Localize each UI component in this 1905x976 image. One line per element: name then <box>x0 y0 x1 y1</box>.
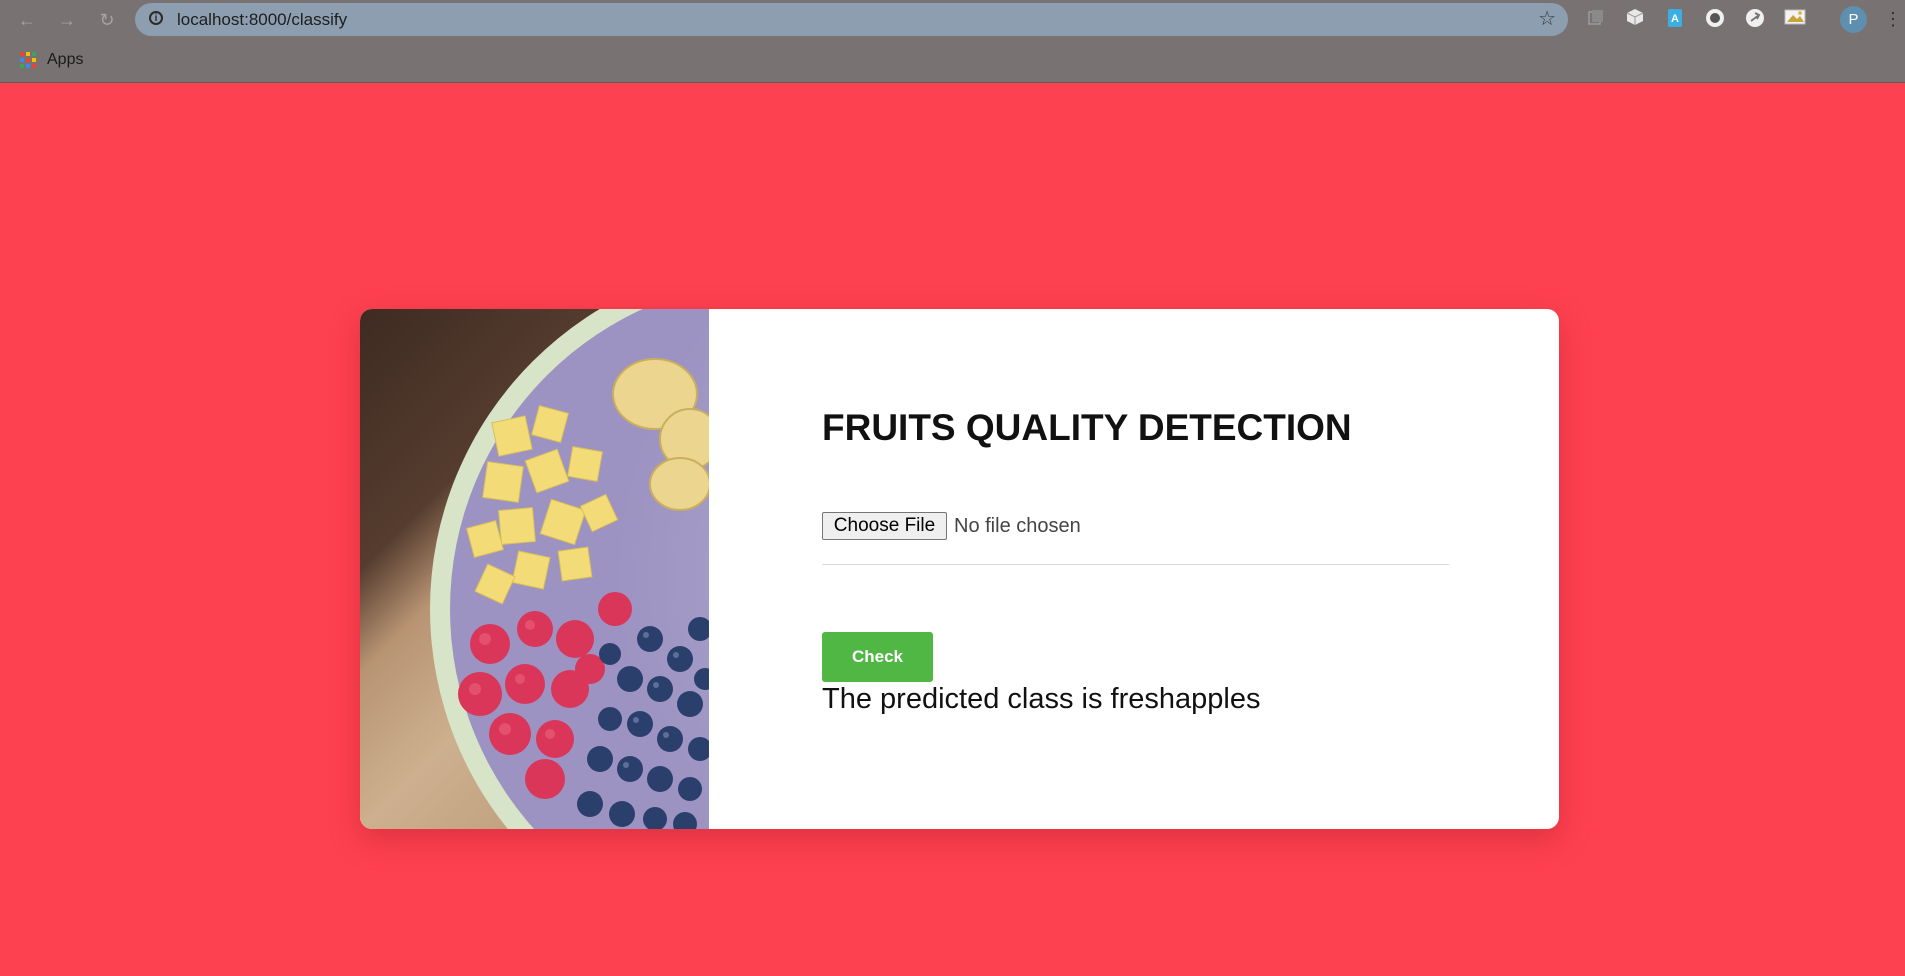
bookmarks-bar: Apps <box>0 40 1905 83</box>
page-title: FRUITS QUALITY DETECTION <box>822 407 1352 448</box>
apps-grid-icon[interactable] <box>20 52 36 68</box>
extension-icon-5[interactable] <box>1744 8 1766 30</box>
extension-icon-2[interactable] <box>1624 8 1646 30</box>
browser-menu-icon[interactable]: ⋮ <box>1884 7 1902 31</box>
file-status-text: No file chosen <box>954 515 1081 537</box>
bookmark-star-icon[interactable]: ☆ <box>1538 3 1556 36</box>
svg-text:A: A <box>1671 13 1679 25</box>
extension-icon-4[interactable] <box>1704 8 1726 30</box>
choose-file-button[interactable]: Choose File <box>822 512 947 540</box>
address-bar[interactable]: i localhost:8000/classify ☆ <box>135 3 1568 36</box>
url-text[interactable]: localhost:8000/classify <box>177 3 347 36</box>
prediction-result: The predicted class is freshapples <box>822 683 1261 715</box>
apps-bookmark[interactable]: Apps <box>47 40 83 80</box>
form-pane: FRUITS QUALITY DETECTION Choose File No … <box>709 309 1559 829</box>
info-icon[interactable]: i <box>149 11 163 25</box>
extension-icon-3[interactable]: A <box>1664 8 1686 30</box>
extension-icon-6[interactable] <box>1784 8 1806 30</box>
reload-icon[interactable]: ↻ <box>96 9 118 31</box>
forward-arrow-icon[interactable]: → <box>56 9 78 31</box>
check-button[interactable]: Check <box>822 632 933 682</box>
file-input-row: Choose File No file chosen <box>822 512 1449 565</box>
extension-icon-1[interactable] <box>1585 8 1607 30</box>
classify-card: FRUITS QUALITY DETECTION Choose File No … <box>360 309 1559 829</box>
back-arrow-icon[interactable]: ← <box>16 9 38 31</box>
browser-toolbar: ← → ↻ i localhost:8000/classify ☆ A P ⋮ <box>0 0 1905 40</box>
profile-avatar[interactable]: P <box>1840 6 1867 33</box>
fruit-bowl-image <box>360 309 709 829</box>
